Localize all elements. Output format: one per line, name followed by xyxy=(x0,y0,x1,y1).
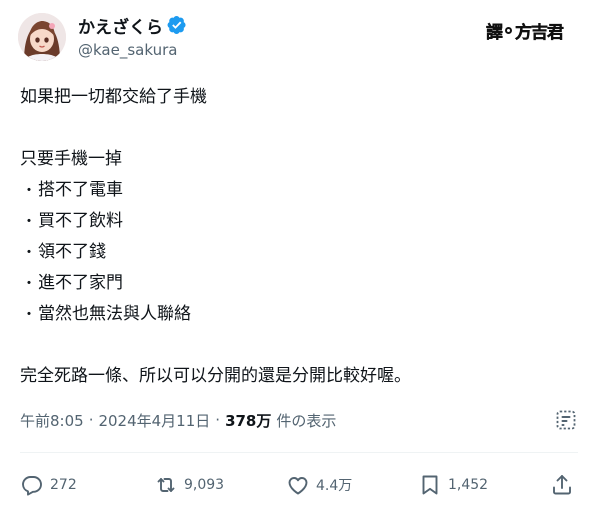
bullet-item: ・ 當然也無法與人聯絡 xyxy=(20,299,580,330)
bullet-text: 領不了錢 xyxy=(38,242,106,262)
bookmark-count: 1,452 xyxy=(448,477,489,493)
bullet-text: 當然也無法與人聯絡 xyxy=(38,304,191,324)
repost-button[interactable]: 9,093 xyxy=(154,472,224,498)
tweet-card: かえざくら @kae_sakura 譯 方吉君 如果把一切都交給了手機 只要手機… xyxy=(0,0,598,513)
tweet-line-2: 只要手機一掉 xyxy=(20,149,122,169)
like-count: 4.4万 xyxy=(316,478,353,494)
tweet-meta: 午前8:05 · 2024年4月11日 · 378万 件の表示 xyxy=(20,408,336,432)
reply-button[interactable]: 272 xyxy=(20,472,77,498)
bullet-text: 進不了家門 xyxy=(38,273,123,293)
watermark-right: 方吉君 xyxy=(515,22,564,43)
bullet-text: 搭不了電車 xyxy=(38,180,123,200)
repost-count: 9,093 xyxy=(184,477,225,493)
bullet-marker: ・ xyxy=(21,274,37,292)
bullet-marker: ・ xyxy=(21,181,37,199)
tweet-text: 如果把一切都交給了手機 只要手機一掉 ・ 搭不了電車 ・ 買不了飲料 ・ 領不了… xyxy=(20,82,580,392)
share-icon xyxy=(550,473,574,497)
bullet-item: ・ 進不了家門 xyxy=(20,268,580,299)
watermark-dot xyxy=(505,26,512,34)
display-name[interactable]: かえざくら xyxy=(78,13,163,38)
bullet-marker: ・ xyxy=(21,212,37,230)
share-button[interactable] xyxy=(550,472,574,498)
post-time[interactable]: 午前8:05 xyxy=(20,410,84,431)
bullet-text: 買不了飲料 xyxy=(38,211,123,231)
tweet-line-1: 如果把一切都交給了手機 xyxy=(20,87,207,107)
bullet-marker: ・ xyxy=(21,243,37,261)
divider xyxy=(20,452,578,453)
author-name-row: かえざくら xyxy=(78,12,187,38)
meta-separator: · xyxy=(88,411,94,429)
view-analytics-icon[interactable] xyxy=(554,408,578,432)
action-bar: 272 9,093 4.4万 1,452 xyxy=(20,472,580,498)
views-label: 件の表示 xyxy=(276,411,337,430)
avatar[interactable] xyxy=(18,13,66,61)
like-button[interactable]: 4.4万 xyxy=(286,472,352,498)
bullet-item: ・ 買不了飲料 xyxy=(20,206,580,237)
post-date[interactable]: 2024年4月11日 xyxy=(98,410,210,431)
bullet-marker: ・ xyxy=(21,305,37,323)
verified-badge-icon xyxy=(167,15,187,35)
watermark: 譯 方吉君 xyxy=(486,18,564,43)
reply-icon xyxy=(20,473,44,497)
bullet-item: ・ 領不了錢 xyxy=(20,237,580,268)
meta-separator: · xyxy=(215,411,221,429)
bullet-item: ・ 搭不了電車 xyxy=(20,175,580,206)
tweet-line-3: 完全死路一條、所以可以分開的還是分開比較好喔。 xyxy=(20,366,411,386)
watermark-left: 譯 xyxy=(486,22,503,43)
heart-icon xyxy=(286,473,310,497)
bookmark-button[interactable]: 1,452 xyxy=(418,472,488,498)
repost-icon xyxy=(154,473,178,497)
bookmark-icon xyxy=(418,473,442,497)
author-handle[interactable]: @kae_sakura xyxy=(78,41,177,59)
reply-count: 272 xyxy=(50,477,77,493)
views-count: 378万 xyxy=(225,411,272,430)
avatar-image xyxy=(18,13,66,61)
